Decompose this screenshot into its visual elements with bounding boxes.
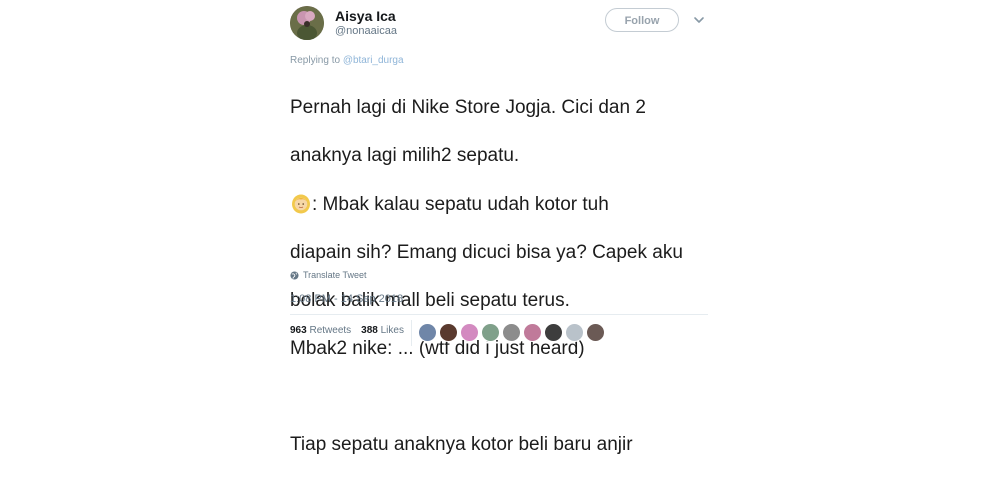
chevron-down-icon[interactable] xyxy=(692,13,706,27)
likes-label: Likes xyxy=(380,325,404,336)
liker-avatar[interactable] xyxy=(586,323,605,342)
tweet-timestamp[interactable]: 1:08 PM - 14 Sep 2018 xyxy=(290,293,403,305)
tweet-stats: 963 Retweets 388 Likes xyxy=(290,325,404,336)
stats-separator xyxy=(411,320,412,346)
likers-avatars xyxy=(418,323,605,342)
likes-count: 388 xyxy=(361,325,378,336)
tweet-line-with-emoji: : Mbak kalau sepatu udah kotor tuh xyxy=(290,192,718,217)
divider xyxy=(290,314,708,315)
liker-avatar[interactable] xyxy=(544,323,563,342)
globe-icon xyxy=(290,270,299,280)
translate-tweet-link[interactable]: Translate Tweet xyxy=(290,270,367,280)
liker-avatar[interactable] xyxy=(523,323,542,342)
avatar[interactable] xyxy=(290,6,324,40)
tweet-line-text: : Mbak kalau sepatu udah kotor tuh xyxy=(312,194,609,215)
liker-avatar[interactable] xyxy=(565,323,584,342)
reply-mention-link[interactable]: @btari_durga xyxy=(343,55,404,66)
woman-blond-hair-emoji-icon xyxy=(292,194,310,214)
liker-avatar[interactable] xyxy=(481,323,500,342)
author-handle[interactable]: @nonaaicaa xyxy=(335,25,397,37)
replying-to: Replying to @btari_durga xyxy=(290,55,404,66)
tweet-line: Tiap sepatu anaknya kotor beli baru anji… xyxy=(290,434,633,455)
liker-avatar[interactable] xyxy=(439,323,458,342)
liker-avatar[interactable] xyxy=(460,323,479,342)
tweet-line: Pernah lagi di Nike Store Jogja. Cici da… xyxy=(290,97,646,118)
replying-to-label: Replying to xyxy=(290,55,341,66)
retweets-count: 963 xyxy=(290,325,307,336)
follow-button[interactable]: Follow xyxy=(605,8,679,32)
author-display-name[interactable]: Aisya Ica xyxy=(335,8,396,24)
tweet-card: Aisya Ica @nonaaicaa Follow Replying to … xyxy=(290,0,720,455)
tweet-line: anaknya lagi milih2 sepatu. xyxy=(290,145,520,166)
liker-avatar[interactable] xyxy=(418,323,437,342)
retweets-label: Retweets xyxy=(309,325,352,336)
tweet-line: diapain sih? Emang dicuci bisa ya? Capek… xyxy=(290,242,683,263)
retweets-stat[interactable]: 963 Retweets xyxy=(290,325,351,336)
likes-stat[interactable]: 388 Likes xyxy=(361,325,404,336)
translate-tweet-label[interactable]: Translate Tweet xyxy=(303,270,367,280)
liker-avatar[interactable] xyxy=(502,323,521,342)
